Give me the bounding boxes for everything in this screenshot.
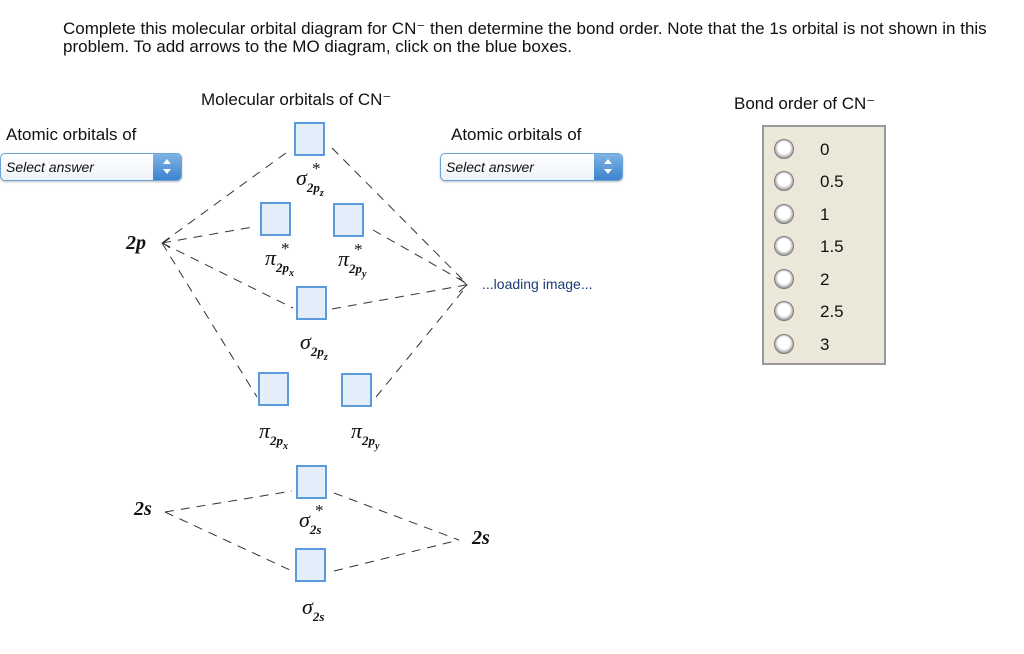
bond-order-options-panel: 0 0.5 1 1.5 2 2.5 3: [762, 125, 886, 365]
option-label: 3: [820, 335, 830, 354]
right-2p-loading-text: ...loading image...: [482, 276, 593, 292]
option-label: 1: [820, 205, 830, 224]
radio-button-icon[interactable]: [774, 171, 794, 191]
mo-box-pi-2py[interactable]: [341, 373, 372, 407]
mo-label-sigma-2pz: σ2pz: [300, 329, 328, 363]
option-label: 2: [820, 270, 830, 289]
option-label: 1.5: [820, 237, 844, 256]
mo-box-sigma-2s[interactable]: [295, 548, 326, 582]
dashed-line: [375, 286, 467, 398]
mo-box-pi-star-2px[interactable]: [260, 202, 291, 236]
left-2p-text: 2p: [126, 232, 146, 254]
mo-box-pi-star-2py[interactable]: [333, 203, 364, 237]
left-2p-label: 2p: [126, 232, 146, 255]
mo-box-sigma-star-2pz[interactable]: [294, 122, 325, 156]
right-2s-label: 2s: [472, 527, 490, 550]
radio-button-icon[interactable]: [774, 204, 794, 224]
mo-box-sigma-2pz[interactable]: [296, 286, 327, 320]
dashed-line: [164, 490, 293, 513]
mo-box-pi-2px[interactable]: [258, 372, 289, 406]
mo-label-pi-star-2py: π * 2py: [338, 240, 367, 280]
dashed-line: [372, 229, 467, 284]
radio-button-icon[interactable]: [774, 334, 794, 354]
mo-label-sigma-star-2s: σ * 2s: [299, 501, 324, 537]
left-2s-text: 2s: [134, 498, 152, 520]
dashed-line: [333, 492, 460, 541]
mo-box-sigma-star-2s[interactable]: [296, 465, 327, 499]
radio-button-icon[interactable]: [774, 139, 794, 159]
radio-button-icon[interactable]: [774, 269, 794, 289]
dashed-line: [333, 539, 460, 572]
mo-label-pi-2py: π2py: [351, 418, 380, 452]
dashed-line: [331, 284, 467, 310]
right-2s-text: 2s: [472, 527, 490, 549]
mo-label-pi-2px: π2px: [259, 418, 289, 452]
dashed-line: [164, 511, 293, 572]
mo-label-pi-star-2px: π * 2px: [265, 239, 295, 279]
mo-label-sigma-2s: σ2s: [302, 594, 325, 624]
left-2s-label: 2s: [134, 498, 152, 521]
option-label: 2.5: [820, 302, 844, 321]
option-label: 0: [820, 140, 830, 159]
option-label: 0.5: [820, 172, 844, 191]
bond-order-header: Bond order of CN⁻: [734, 94, 876, 113]
radio-button-icon[interactable]: [774, 236, 794, 256]
dashed-line: [161, 226, 254, 244]
mo-label-sigma-star-2pz: σ * 2pz: [296, 159, 324, 199]
radio-button-icon[interactable]: [774, 301, 794, 321]
